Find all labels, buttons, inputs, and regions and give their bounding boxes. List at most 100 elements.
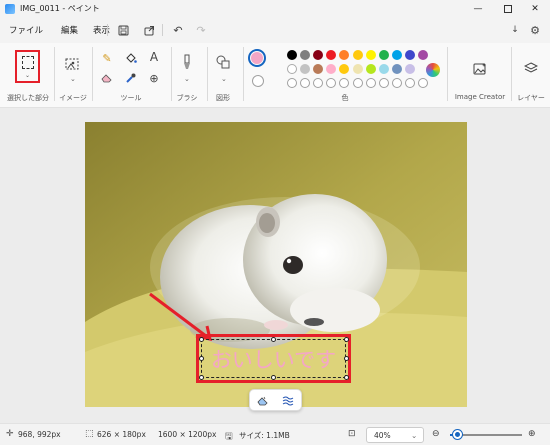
ribbon-divider: [92, 47, 93, 101]
color-swatch[interactable]: [378, 50, 389, 60]
custom-color-slot[interactable]: [418, 78, 428, 88]
file-save-icon: 🖫: [225, 432, 233, 442]
custom-color-slot[interactable]: [352, 78, 363, 88]
menu-view[interactable]: 表示: [91, 21, 112, 39]
minimize-button[interactable]: —: [463, 0, 493, 17]
resize-handle[interactable]: [271, 375, 276, 380]
shapes-icon[interactable]: [214, 53, 232, 71]
layers-icon[interactable]: [522, 59, 540, 77]
color-swatch[interactable]: [313, 64, 324, 74]
image-crop-icon[interactable]: [62, 55, 82, 73]
color-swatch[interactable]: [378, 64, 389, 74]
resize-handle[interactable]: [199, 375, 204, 380]
primary-color-button[interactable]: [248, 49, 266, 67]
text-box-highlight[interactable]: おいしいです: [196, 334, 351, 383]
custom-color-slot[interactable]: [365, 78, 376, 88]
color-swatch[interactable]: [391, 50, 402, 60]
color-swatch[interactable]: [391, 64, 402, 74]
edit-colors-icon[interactable]: [424, 61, 442, 79]
maximize-button[interactable]: [493, 0, 523, 17]
magnifier-icon[interactable]: ⊕: [147, 71, 161, 85]
tools-group-label: ツール: [120, 94, 142, 102]
brush-icon[interactable]: [180, 53, 194, 71]
custom-color-slot[interactable]: [287, 78, 297, 88]
resize-handle[interactable]: [199, 337, 204, 342]
custom-color-slot[interactable]: [378, 78, 389, 88]
color-swatch[interactable]: [287, 64, 297, 74]
ribbon-toolbar: ⌄ 選択した部分 ⌄ イメージ ✎ A ⊕ ツール ⌄ ブラシ ⌄ 図形 色 I…: [0, 43, 550, 108]
color-swatch[interactable]: [313, 50, 324, 60]
close-button[interactable]: ✕: [520, 0, 550, 17]
color-swatch[interactable]: [365, 50, 376, 60]
chevron-down-icon[interactable]: ⌄: [221, 75, 227, 83]
image-group-label: イメージ: [59, 94, 87, 102]
custom-color-slot[interactable]: [391, 78, 402, 88]
menu-file[interactable]: ファイル: [7, 21, 45, 39]
eraser-icon[interactable]: [256, 394, 270, 408]
color-swatch[interactable]: [339, 50, 350, 60]
menu-edit[interactable]: 編集: [59, 21, 80, 39]
resize-handle[interactable]: [271, 337, 276, 342]
custom-color-slot[interactable]: [313, 78, 324, 88]
custom-color-slot[interactable]: [326, 78, 337, 88]
color-picker-icon[interactable]: [124, 71, 138, 85]
resize-handle[interactable]: [344, 337, 349, 342]
redo-icon[interactable]: ↷: [193, 22, 209, 38]
custom-color-slot[interactable]: [404, 78, 415, 88]
undo-icon[interactable]: ↶: [170, 22, 186, 38]
color-swatch[interactable]: [287, 50, 297, 60]
fit-to-window-icon[interactable]: ⊡: [348, 429, 356, 439]
color-swatch[interactable]: [352, 64, 363, 74]
ribbon-divider: [447, 47, 448, 101]
resize-handle[interactable]: [344, 375, 349, 380]
color-swatch[interactable]: [326, 64, 337, 74]
chevron-down-icon[interactable]: ⌄: [184, 75, 190, 83]
selection-tool-button[interactable]: ⌄: [15, 50, 40, 83]
text-tool-icon[interactable]: A: [147, 50, 161, 64]
text-box-selection[interactable]: おいしいです: [201, 339, 346, 378]
color-swatch[interactable]: [365, 64, 376, 74]
menu-bar: ファイル 編集 表示: [0, 17, 550, 43]
zoom-out-icon[interactable]: ⊖: [432, 429, 440, 439]
color-swatch[interactable]: [326, 50, 337, 60]
color-swatch[interactable]: [404, 50, 415, 60]
save-icon[interactable]: [115, 22, 131, 38]
zoom-value: 40%: [374, 431, 391, 440]
minimize-icon: —: [473, 3, 483, 14]
layers-label[interactable]: レイヤー: [514, 93, 548, 103]
settings-icon[interactable]: ⚙: [527, 22, 543, 38]
color-swatch[interactable]: [300, 50, 311, 60]
ribbon-divider: [54, 47, 55, 101]
color-swatch[interactable]: [352, 50, 363, 60]
fill-bucket-icon[interactable]: [124, 51, 138, 65]
eraser-icon[interactable]: [100, 71, 114, 85]
custom-color-slot[interactable]: [339, 78, 350, 88]
zoom-select[interactable]: 40% ⌄: [366, 427, 424, 443]
share-icon[interactable]: [141, 22, 157, 38]
resize-handle[interactable]: [199, 356, 204, 361]
color-swatch[interactable]: [339, 64, 350, 74]
chevron-down-icon[interactable]: ⌄: [70, 75, 76, 83]
zoom-slider-thumb[interactable]: [453, 430, 462, 439]
close-icon: ✕: [531, 3, 539, 14]
zoom-slider[interactable]: [450, 430, 522, 439]
ribbon-divider: [243, 47, 244, 101]
image-creator-icon[interactable]: [471, 59, 489, 77]
color-swatch[interactable]: [404, 64, 415, 74]
canvas-text[interactable]: おいしいです: [211, 344, 336, 374]
image-creator-label[interactable]: Image Creator: [452, 93, 508, 101]
transparency-icon[interactable]: [281, 394, 295, 408]
window-title: IMG_0011 - ペイント: [20, 4, 100, 13]
paint-app-icon: [5, 3, 15, 14]
resize-handle[interactable]: [344, 356, 349, 361]
color-swatch[interactable]: [418, 50, 428, 60]
custom-color-slot[interactable]: [300, 78, 311, 88]
secondary-color-button[interactable]: [252, 75, 264, 87]
pencil-icon[interactable]: ✎: [100, 51, 114, 65]
selection-group-label: 選択した部分: [7, 94, 49, 102]
zoom-in-icon[interactable]: ⊕: [528, 429, 536, 439]
select-rectangle-icon: [21, 56, 34, 69]
download-icon[interactable]: ↓: [507, 22, 523, 38]
ribbon-divider: [511, 47, 512, 101]
color-swatch[interactable]: [300, 64, 311, 74]
